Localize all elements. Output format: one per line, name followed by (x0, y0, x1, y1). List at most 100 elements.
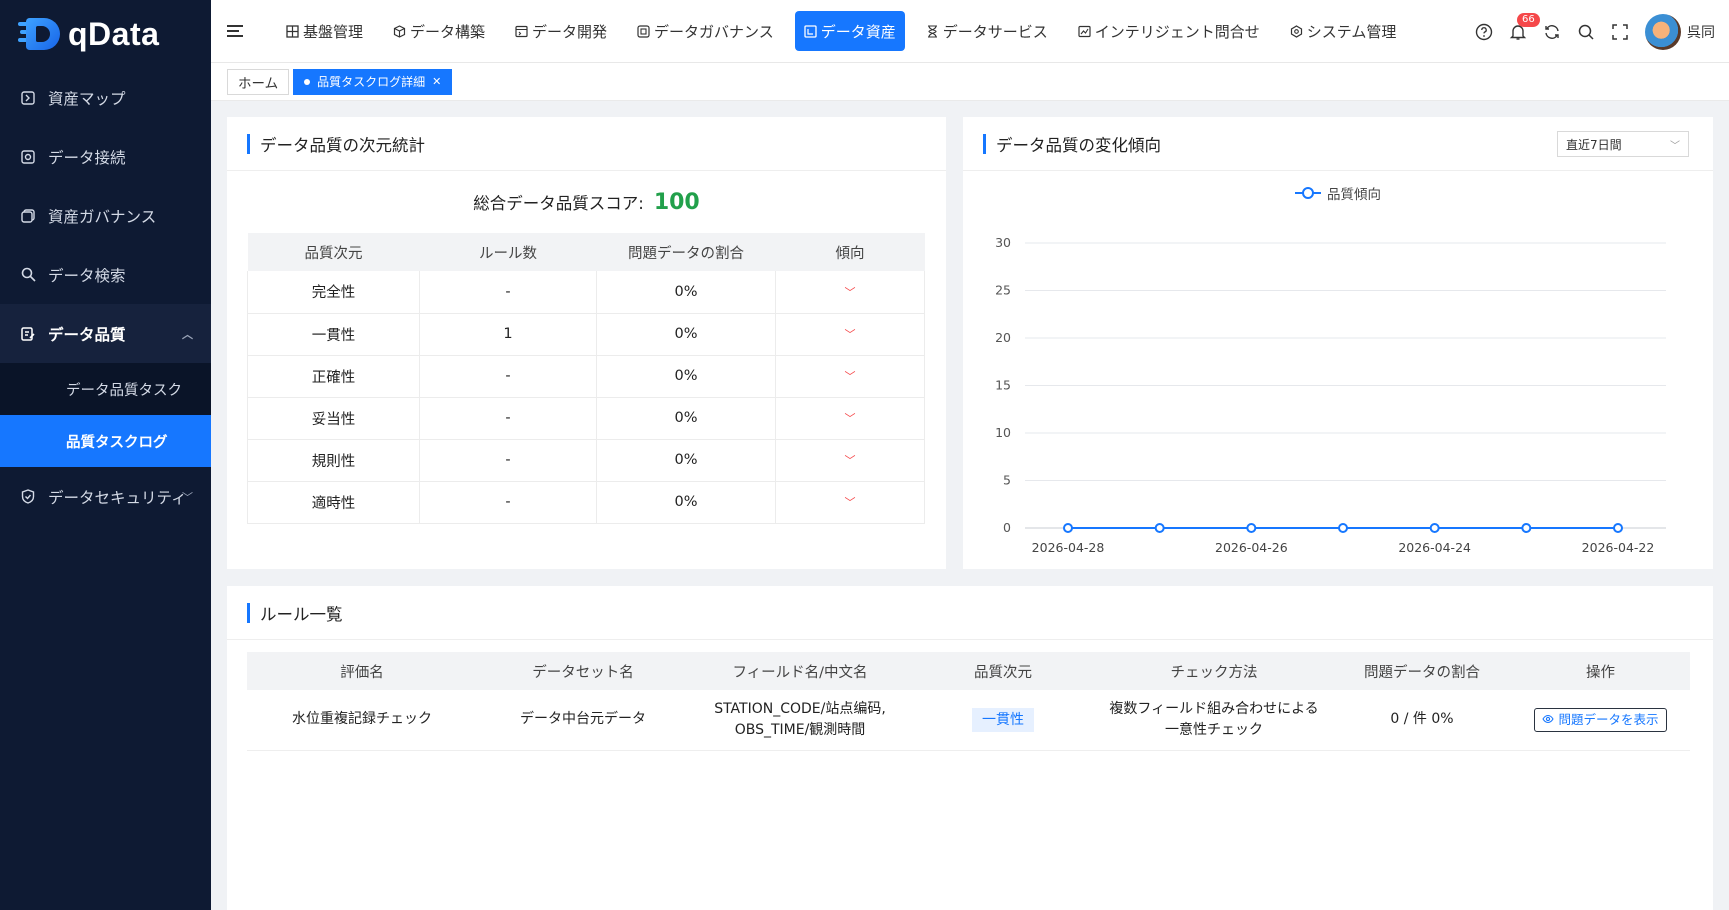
sidebar: qData 資産マップ データ接続 資産ガバナンス データ検索 データ品質 ︿ … (0, 0, 211, 910)
view-issue-data-button[interactable]: 問題データを表示 (1534, 707, 1667, 732)
rule-count: - (419, 397, 597, 440)
field-names: STATION_CODE/站点编码, OBS_TIME/観測時間 (689, 690, 911, 751)
field-line: OBS_TIME/観測時間 (734, 721, 866, 738)
tab-label: 品質タスクログ詳細 (317, 75, 426, 89)
nav-label: データサービス (942, 22, 1048, 41)
top-nav: 基盤管理 データ構築 データ開発 データガバナンス データ資産 データサービス … (277, 0, 1417, 63)
title-accent-bar (247, 133, 250, 154)
nav-item-intelligent-query[interactable]: インテリジェント問合せ (1069, 11, 1269, 51)
active-dot-icon (304, 78, 311, 85)
nav-item-platform[interactable]: 基盤管理 (277, 11, 372, 51)
sidebar-item-data-connection[interactable]: データ接続 (0, 127, 211, 186)
column-header: 品質次元 (911, 652, 1095, 690)
trend-cell: ﹀ (775, 313, 925, 356)
dimension-name[interactable]: 規則性 (247, 439, 420, 482)
notification-badge: 66 (1517, 12, 1540, 27)
table-row: 妥当性 - 0% ﹀ (247, 397, 925, 440)
avatar[interactable] (1645, 13, 1681, 50)
issue-ratio: 0 / 件 0% (1333, 690, 1511, 751)
nav-item-build[interactable]: データ構築 (384, 11, 494, 51)
y-tick-label: 10 (995, 425, 1011, 440)
app-logo[interactable]: qData (0, 0, 211, 68)
trend-down-icon: ﹀ (844, 328, 856, 341)
nav-label: システム管理 (1306, 22, 1397, 41)
header-actions: 66 呉同 (1461, 0, 1715, 63)
rules-card: ルール一覧 評価名 データセット名 フィールド名/中文名 品質次元 チェック方法… (227, 586, 1713, 910)
menu-toggle-icon[interactable] (227, 22, 249, 40)
nav-item-develop[interactable]: データ開発 (506, 11, 616, 51)
data-point (1338, 523, 1348, 533)
governance-icon (637, 24, 650, 38)
dataset-name: データ中台元データ (477, 690, 689, 751)
refresh-icon[interactable] (1541, 21, 1563, 43)
dimension-name[interactable]: 正確性 (247, 355, 420, 398)
fullscreen-icon[interactable] (1609, 21, 1631, 43)
dimension-name[interactable]: 完全性 (247, 271, 420, 314)
table-header-row: 評価名 データセット名 フィールド名/中文名 品質次元 チェック方法 問題データ… (247, 652, 1690, 690)
nav-label: データ構築 (410, 22, 486, 41)
y-tick-label: 5 (1003, 473, 1011, 488)
nav-item-services[interactable]: データサービス (917, 11, 1057, 51)
trend-cell: ﹀ (775, 481, 925, 524)
sidebar-subitem-label: 品質タスクログ (66, 434, 168, 451)
bell-icon[interactable]: 66 (1507, 12, 1540, 43)
user-name[interactable]: 呉同 (1687, 22, 1715, 42)
dimension-name[interactable]: 適時性 (247, 481, 420, 524)
dimension-name[interactable]: 妥当性 (247, 397, 420, 440)
sidebar-item-label: データ検索 (48, 266, 126, 285)
map-icon (20, 90, 36, 106)
app-name: qData (68, 15, 160, 52)
nav-item-assets[interactable]: データ資産 (794, 11, 905, 51)
data-point (1613, 523, 1623, 533)
rule-count: - (419, 481, 597, 524)
trend-down-icon: ﹀ (844, 412, 856, 425)
issue-ratio: 0% (596, 397, 776, 440)
help-icon[interactable] (1473, 21, 1495, 43)
window-icon (515, 25, 528, 38)
column-header: フィールド名/中文名 (689, 652, 911, 690)
score-label: 総合データ品質スコア: (473, 194, 644, 213)
sidebar-subitem-quality-task-log[interactable]: 品質タスクログ (0, 415, 211, 467)
sidebar-item-data-search[interactable]: データ検索 (0, 245, 211, 304)
nav-label: インテリジェント問合せ (1094, 22, 1260, 41)
close-icon[interactable]: ✕ (432, 75, 441, 88)
column-header: 問題データの割合 (596, 233, 776, 271)
sidebar-item-data-quality[interactable]: データ品質 ︿ (0, 304, 211, 363)
tab-quality-task-log-detail[interactable]: 品質タスクログ詳細 ✕ (293, 68, 453, 95)
data-point (1521, 523, 1532, 533)
column-header: データセット名 (477, 652, 689, 690)
rule-count: 1 (419, 313, 597, 356)
sidebar-item-data-security[interactable]: データセキュリティ ﹀ (0, 467, 211, 526)
check-method: 複数フィールド組み合わせによる 一意性チェック (1095, 690, 1333, 751)
nav-item-system[interactable]: システム管理 (1281, 11, 1406, 51)
trend-card: データ品質の変化傾向 直近7日間 ﹀ 品質傾向 0 5 10 15 20 25 30 2026… (963, 117, 1713, 569)
sidebar-item-asset-map[interactable]: 資産マップ (0, 68, 211, 127)
cube-icon (393, 24, 406, 38)
column-header: 品質次元 (247, 233, 420, 271)
column-header: 評価名 (247, 652, 477, 690)
assets-icon (804, 24, 817, 38)
chevron-down-icon: ﹀ (182, 490, 193, 504)
sidebar-item-asset-governance[interactable]: 資産ガバナンス (0, 186, 211, 245)
y-tick-label: 15 (995, 378, 1011, 393)
trend-down-icon: ﹀ (844, 285, 856, 299)
gear-icon (1290, 24, 1303, 38)
table-row: 適時性 - 0% ﹀ (247, 481, 925, 524)
governance-icon (20, 208, 36, 224)
dimension-name[interactable]: 一貫性 (247, 313, 420, 356)
overall-score: 総合データ品質スコア: 100 (227, 187, 946, 217)
x-tick-label: 2026-04-22 (1582, 540, 1655, 555)
data-point (1246, 523, 1257, 533)
search-icon[interactable] (1575, 21, 1597, 43)
data-point (1429, 523, 1440, 533)
x-tick-label: 2026-04-24 (1398, 540, 1471, 555)
score-value: 100 (653, 189, 700, 215)
hourglass-icon (926, 24, 939, 38)
trend-cell: ﹀ (775, 397, 925, 440)
nav-item-governance[interactable]: データガバナンス (628, 11, 783, 51)
column-header: 操作 (1511, 652, 1690, 690)
sidebar-subitem-quality-task[interactable]: データ品質タスク (0, 363, 211, 415)
table-row: 水位重複記録チェック データ中台元データ STATION_CODE/站点编码, … (247, 690, 1690, 751)
tab-home[interactable]: ホーム (227, 68, 290, 95)
table-row: 正確性 - 0% ﹀ (247, 355, 925, 398)
